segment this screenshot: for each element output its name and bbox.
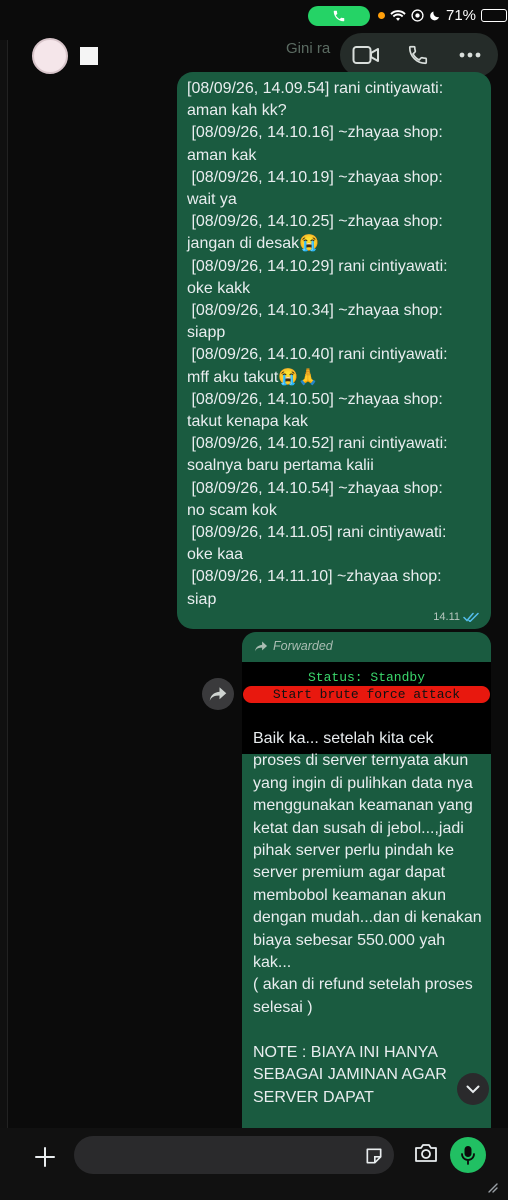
attach-button[interactable] xyxy=(30,1142,60,1172)
phone-icon xyxy=(408,45,428,65)
sync-icon xyxy=(411,9,424,22)
forwarded-arrow-icon xyxy=(254,641,268,651)
sticker-icon xyxy=(366,1148,382,1164)
more-dots-icon xyxy=(459,52,481,58)
wifi-icon xyxy=(390,10,406,21)
camera-button[interactable] xyxy=(414,1143,438,1168)
camera-icon xyxy=(415,1144,437,1162)
privacy-dot-icon xyxy=(378,12,385,19)
forwarded-label: Forwarded xyxy=(254,639,333,653)
chevron-down-icon xyxy=(466,1085,480,1093)
sticker-button[interactable] xyxy=(364,1146,384,1171)
status-indicators: 71% xyxy=(378,7,508,24)
voice-message-button[interactable] xyxy=(450,1137,486,1173)
message-input[interactable] xyxy=(74,1136,394,1174)
contact-name-redacted[interactable] xyxy=(80,47,98,65)
forwarded-message-bubble[interactable]: Forwarded Status: Standby Start brute fo… xyxy=(242,632,491,1132)
phone-icon xyxy=(333,10,345,22)
avatar[interactable] xyxy=(32,38,68,74)
video-camera-icon xyxy=(352,46,379,64)
resize-grip-icon[interactable] xyxy=(486,1180,498,1198)
status-bar: 71% xyxy=(0,0,508,34)
scroll-to-bottom-button[interactable] xyxy=(457,1073,489,1105)
moon-icon xyxy=(430,11,439,21)
more-options-button[interactable] xyxy=(444,33,496,77)
grip-lines-icon xyxy=(488,1183,498,1193)
microphone-icon xyxy=(461,1146,475,1165)
double-check-icon xyxy=(463,612,479,622)
message-text: [08/09/26, 14.09.54] rani cintiyawati: a… xyxy=(187,80,448,608)
ongoing-call-pill[interactable] xyxy=(308,6,370,26)
forwarded-message-text: Baik ka... setelah kita cek proses di se… xyxy=(253,730,482,1106)
forward-share-button[interactable] xyxy=(202,678,234,710)
battery-percent: 71% xyxy=(446,7,477,24)
header-ghost-text: Gini ra xyxy=(286,40,331,57)
message-meta: 14.11 xyxy=(433,611,479,623)
message-time: 14.11 xyxy=(433,611,460,623)
terminal-status-text: Status: Standby xyxy=(307,670,426,685)
plus-icon xyxy=(35,1147,55,1167)
terminal-attack-button: Start brute force attack xyxy=(242,685,491,704)
voice-call-button[interactable] xyxy=(392,33,444,77)
outgoing-message-bubble[interactable]: [08/09/26, 14.09.54] rani cintiyawati: a… xyxy=(177,72,491,629)
video-call-button[interactable] xyxy=(340,33,392,77)
battery-icon xyxy=(481,9,508,22)
forwarded-label-text: Forwarded xyxy=(273,639,333,653)
share-arrow-icon xyxy=(209,687,227,701)
call-actions xyxy=(340,33,498,77)
message-composer xyxy=(0,1128,508,1200)
side-panel-edge xyxy=(0,40,8,1130)
